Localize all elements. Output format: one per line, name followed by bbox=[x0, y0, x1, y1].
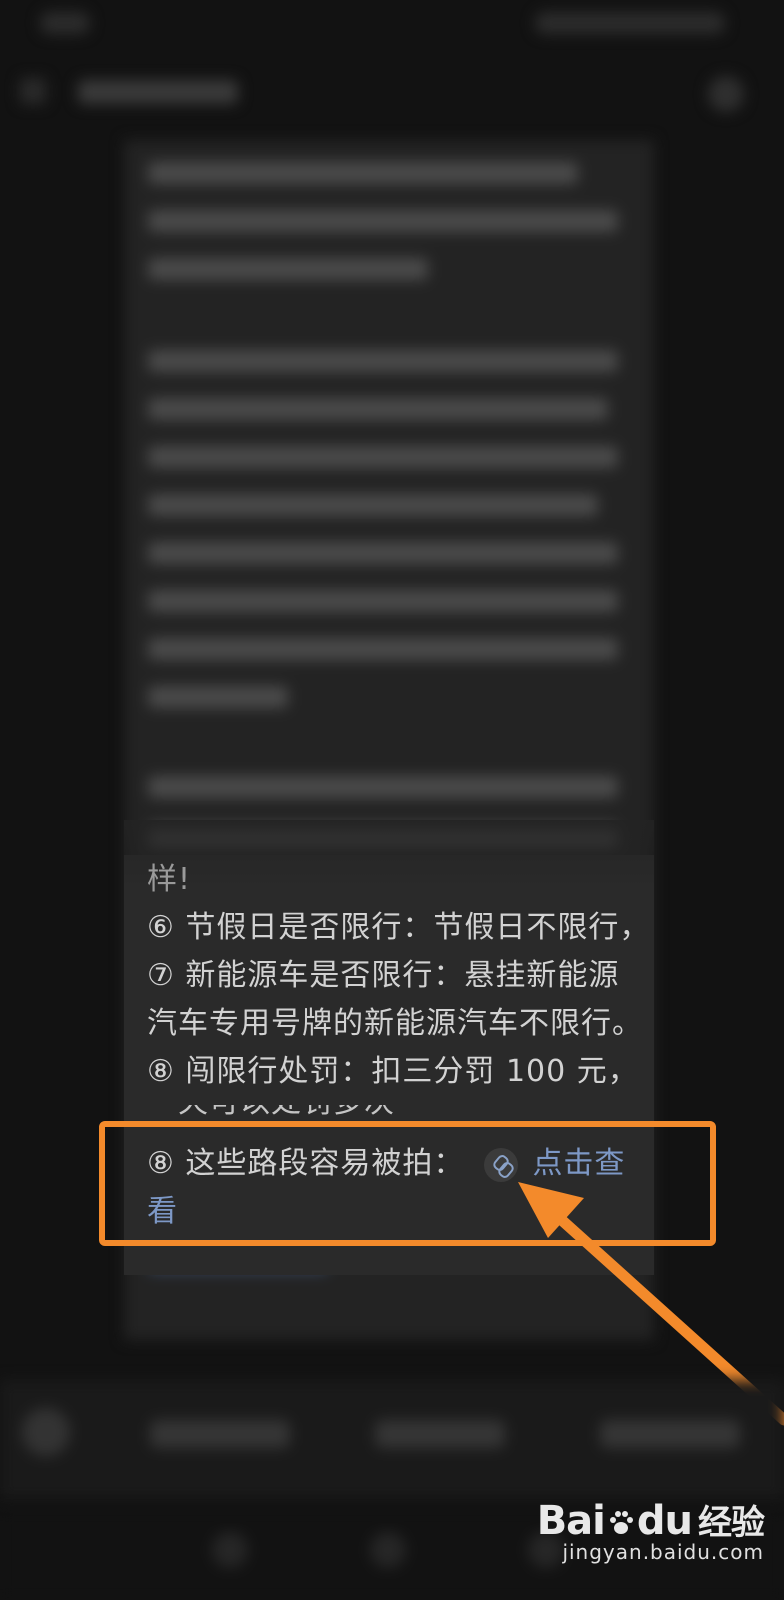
toolbar-item[interactable] bbox=[600, 1420, 740, 1448]
toolbar-item[interactable] bbox=[375, 1420, 505, 1448]
bottom-toolbar bbox=[0, 1380, 784, 1500]
watermark-logo-text-2: du bbox=[636, 1498, 693, 1544]
watermark-logo: Bai du 经验 bbox=[536, 1495, 765, 1544]
toolbar-avatar[interactable] bbox=[22, 1408, 70, 1456]
nav-back-icon[interactable] bbox=[212, 1532, 248, 1568]
watermark-logo-text: Bai bbox=[536, 1498, 606, 1544]
baidu-paw-icon bbox=[609, 1511, 633, 1534]
nav-home-icon[interactable] bbox=[370, 1532, 406, 1568]
baidu-jingyan-watermark: Bai du 经验 jingyan.baidu.com bbox=[536, 1495, 765, 1564]
annotation-arrow bbox=[518, 1182, 784, 1426]
toolbar-item[interactable] bbox=[150, 1420, 290, 1448]
watermark-url: jingyan.baidu.com bbox=[562, 1540, 764, 1564]
watermark-suffix: 经验 bbox=[698, 1503, 765, 1543]
